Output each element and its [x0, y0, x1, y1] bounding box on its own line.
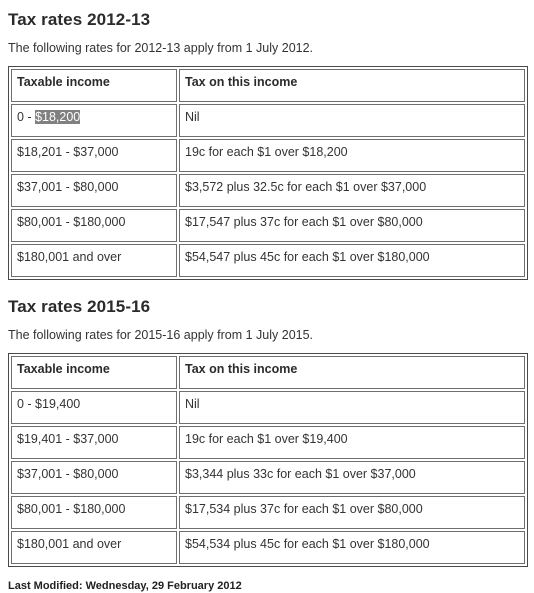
cell-taxable-income: $37,001 - $80,000: [11, 461, 177, 494]
cell-tax-on-income: Nil: [179, 104, 525, 137]
column-header-tax-on-income: Tax on this income: [179, 69, 525, 102]
table-row: $180,001 and over $54,534 plus 45c for e…: [11, 531, 525, 564]
table-row: 0 - $18,200 Nil: [11, 104, 525, 137]
table-row: $18,201 - $37,000 19c for each $1 over $…: [11, 139, 525, 172]
table-row: $37,001 - $80,000 $3,344 plus 33c for ea…: [11, 461, 525, 494]
table-row: $80,001 - $180,000 $17,547 plus 37c for …: [11, 209, 525, 242]
tax-rates-table-2012-13: Taxable income Tax on this income 0 - $1…: [8, 66, 528, 280]
column-header-taxable-income: Taxable income: [11, 69, 177, 102]
table-row: $180,001 and over $54,547 plus 45c for e…: [11, 244, 525, 277]
intro-paragraph-2015-16: The following rates for 2015-16 apply fr…: [8, 328, 314, 342]
income-text-prefix: 0 -: [17, 110, 36, 124]
cell-tax-on-income: Nil: [179, 391, 525, 424]
table-row: $19,401 - $37,000 19c for each $1 over $…: [11, 426, 525, 459]
column-header-taxable-income: Taxable income: [11, 356, 177, 389]
cell-tax-on-income: $3,344 plus 33c for each $1 over $37,000: [179, 461, 525, 494]
cell-tax-on-income: $54,534 plus 45c for each $1 over $180,0…: [179, 531, 525, 564]
cell-tax-on-income: 19c for each $1 over $18,200: [179, 139, 525, 172]
table-header-row: Taxable income Tax on this income: [11, 356, 525, 389]
cell-tax-on-income: $54,547 plus 45c for each $1 over $180,0…: [179, 244, 525, 277]
cell-taxable-income: $180,001 and over: [11, 531, 177, 564]
page-title-2012-13: Tax rates 2012-13: [8, 10, 151, 29]
page-title-2015-16: Tax rates 2015-16: [8, 297, 151, 316]
last-modified-text: Last Modified: Wednesday, 29 February 20…: [8, 580, 242, 592]
cell-taxable-income: $19,401 - $37,000: [11, 426, 177, 459]
cell-taxable-income: 0 - $18,200: [11, 104, 177, 137]
cell-tax-on-income: $17,547 plus 37c for each $1 over $80,00…: [179, 209, 525, 242]
cell-taxable-income: $37,001 - $80,000: [11, 174, 177, 207]
cell-taxable-income: 0 - $19,400: [11, 391, 177, 424]
table-row: 0 - $19,400 Nil: [11, 391, 525, 424]
selected-text-highlight[interactable]: $18,200: [35, 110, 81, 124]
cell-tax-on-income: $3,572 plus 32.5c for each $1 over $37,0…: [179, 174, 525, 207]
table-header-row: Taxable income Tax on this income: [11, 69, 525, 102]
table-row: $37,001 - $80,000 $3,572 plus 32.5c for …: [11, 174, 525, 207]
cell-taxable-income: $80,001 - $180,000: [11, 209, 177, 242]
column-header-tax-on-income: Tax on this income: [179, 356, 525, 389]
cell-tax-on-income: $17,534 plus 37c for each $1 over $80,00…: [179, 496, 525, 529]
cell-tax-on-income: 19c for each $1 over $19,400: [179, 426, 525, 459]
cell-taxable-income: $80,001 - $180,000: [11, 496, 177, 529]
cell-taxable-income: $18,201 - $37,000: [11, 139, 177, 172]
cell-taxable-income: $180,001 and over: [11, 244, 177, 277]
document-page: Tax rates 2012-13 The following rates fo…: [0, 0, 534, 593]
table-row: $80,001 - $180,000 $17,534 plus 37c for …: [11, 496, 525, 529]
tax-rates-table-2015-16: Taxable income Tax on this income 0 - $1…: [8, 353, 528, 567]
intro-paragraph-2012-13: The following rates for 2012-13 apply fr…: [8, 41, 314, 55]
